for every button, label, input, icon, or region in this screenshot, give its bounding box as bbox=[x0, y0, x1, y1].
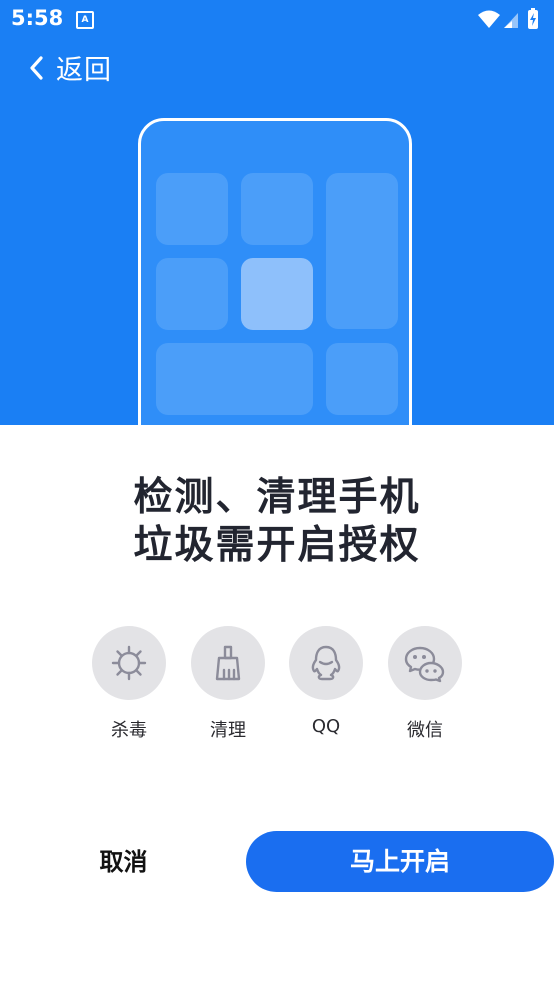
feature-icon-circle bbox=[388, 626, 462, 700]
virus-icon bbox=[111, 645, 147, 681]
phone-illustration bbox=[138, 118, 412, 425]
notification-icon: A bbox=[76, 11, 94, 29]
feature-icon-circle bbox=[191, 626, 265, 700]
feature-list: 杀毒 清理 QQ 微信 bbox=[92, 626, 472, 746]
app-tile-tall bbox=[326, 173, 398, 329]
app-tile-wide bbox=[156, 343, 313, 415]
cancel-button[interactable]: 取消 bbox=[56, 833, 191, 891]
wifi-icon bbox=[478, 10, 500, 28]
feature-icon-circle bbox=[289, 626, 363, 700]
feature-label: 微信 bbox=[407, 720, 443, 741]
app-tile bbox=[241, 173, 313, 245]
system-status-icons bbox=[478, 8, 538, 29]
feature-label: 杀毒 bbox=[111, 720, 147, 741]
feature-item-qq: QQ bbox=[289, 626, 363, 737]
signal-icon bbox=[504, 13, 518, 28]
back-label: 返回 bbox=[56, 55, 112, 86]
status-time: 5:58 bbox=[11, 6, 64, 30]
app-tile bbox=[326, 343, 398, 415]
feature-icon-circle bbox=[92, 626, 166, 700]
chevron-left-icon bbox=[30, 55, 43, 80]
feature-item-wechat: 微信 bbox=[388, 626, 462, 742]
hero-banner: 5:58 A 返回 bbox=[0, 0, 554, 425]
enable-now-button[interactable]: 马上开启 bbox=[246, 831, 554, 892]
broom-icon bbox=[215, 645, 241, 681]
feature-item-antivirus: 杀毒 bbox=[92, 626, 166, 742]
page-title: 检测、清理手机 垃圾需开启授权 bbox=[0, 474, 554, 570]
title-line-2: 垃圾需开启授权 bbox=[133, 523, 421, 568]
feature-label: QQ bbox=[311, 716, 341, 737]
feature-item-clean: 清理 bbox=[191, 626, 265, 742]
wechat-icon bbox=[404, 646, 445, 683]
app-tile bbox=[156, 258, 228, 330]
app-tile bbox=[156, 173, 228, 245]
back-button[interactable]: 返回 bbox=[28, 48, 112, 87]
qq-penguin-icon bbox=[311, 645, 341, 681]
feature-label: 清理 bbox=[210, 720, 246, 741]
status-bar: 5:58 A bbox=[0, 0, 554, 38]
battery-icon bbox=[528, 8, 538, 29]
title-line-1: 检测、清理手机 bbox=[133, 475, 421, 520]
app-tile-highlighted bbox=[241, 258, 313, 330]
